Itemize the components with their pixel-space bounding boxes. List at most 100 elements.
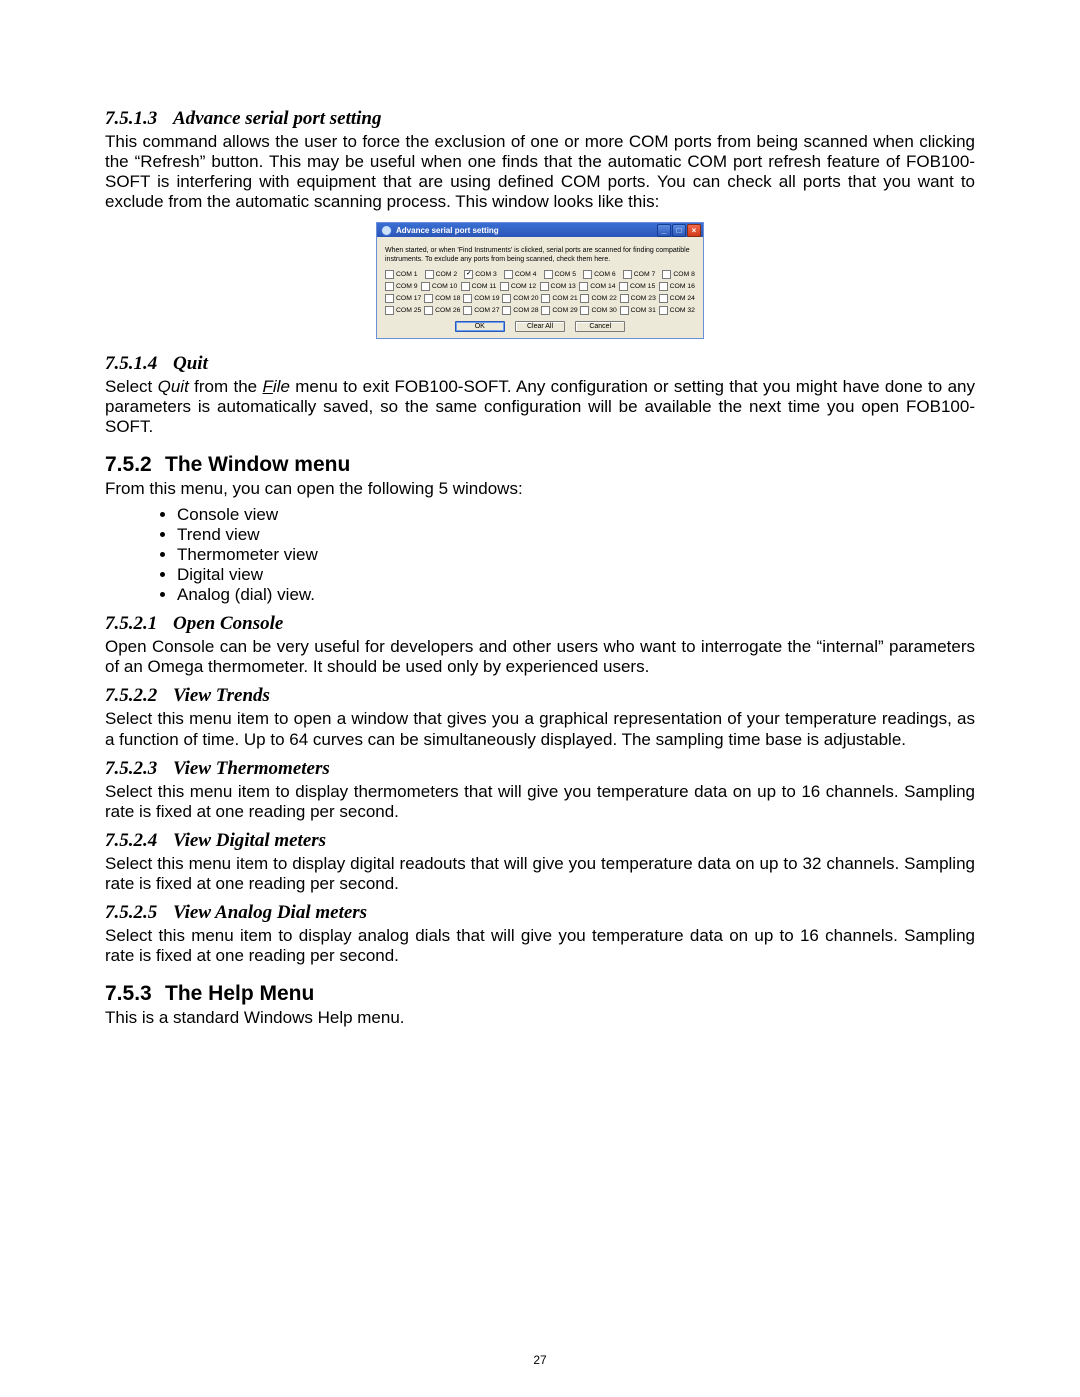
checkbox-label: COM 28 <box>513 307 538 314</box>
heading-title: Open Console <box>173 613 283 634</box>
checkbox-label: COM 11 <box>472 283 497 290</box>
checkbox-label: COM 6 <box>594 271 616 278</box>
com-port-checkbox[interactable]: COM 4 <box>504 270 537 279</box>
heading-quit: 7.5.1.4Quit <box>105 353 975 375</box>
checkbox-label: COM 12 <box>511 283 536 290</box>
com-port-checkbox[interactable]: COM 20 <box>502 294 538 303</box>
checkbox-label: COM 7 <box>634 271 656 278</box>
heading-title: View Thermometers <box>173 758 330 779</box>
com-port-checkbox[interactable]: COM 16 <box>659 282 695 291</box>
com-port-checkbox[interactable]: COM 19 <box>463 294 499 303</box>
com-port-checkbox[interactable]: COM 23 <box>620 294 656 303</box>
checkbox-box <box>580 294 589 303</box>
com-port-checkbox[interactable]: COM 15 <box>619 282 655 291</box>
com-port-checkbox[interactable]: COM 13 <box>540 282 576 291</box>
checkbox-box <box>579 282 588 291</box>
com-port-checkbox[interactable]: COM 14 <box>579 282 615 291</box>
checkbox-box <box>463 294 472 303</box>
heading-num: 7.5.2.4 <box>105 830 173 852</box>
heading-num: 7.5.2.3 <box>105 758 173 780</box>
com-port-checkbox[interactable]: COM 11 <box>461 282 497 291</box>
com-port-checkbox[interactable]: COM 12 <box>500 282 536 291</box>
close-button[interactable]: × <box>687 224 701 237</box>
heading-open-console: 7.5.2.1Open Console <box>105 613 975 635</box>
checkbox-label: COM 15 <box>630 283 655 290</box>
checkbox-box <box>619 282 628 291</box>
com-port-checkbox[interactable]: COM 28 <box>502 306 538 315</box>
list-item: Console view <box>177 505 975 525</box>
dialog-message: When started, or when 'Find Instruments'… <box>385 247 695 264</box>
checkbox-label: COM 25 <box>396 307 421 314</box>
com-port-checkbox[interactable]: COM 31 <box>620 306 656 315</box>
heading-num: 7.5.3 <box>105 982 165 1006</box>
ok-button[interactable]: OK <box>455 321 505 332</box>
com-port-checkbox[interactable]: COM 10 <box>421 282 457 291</box>
com-port-checkbox[interactable]: COM 5 <box>544 270 577 279</box>
checkbox-label: COM 20 <box>513 295 538 302</box>
checkbox-label: COM 22 <box>591 295 616 302</box>
com-port-checkbox[interactable]: COM 17 <box>385 294 421 303</box>
checkbox-box <box>421 282 430 291</box>
com-port-checkbox[interactable]: COM 7 <box>623 270 656 279</box>
checkbox-box <box>583 270 592 279</box>
com-port-checkbox[interactable]: COM 25 <box>385 306 421 315</box>
checkbox-row: COM 17COM 18COM 19 COM 20COM 21 COM 22 COM … <box>385 294 695 303</box>
checkbox-box <box>385 294 394 303</box>
checkbox-box <box>385 306 394 315</box>
checkbox-label: COM 13 <box>551 283 576 290</box>
para-open-console: Open Console can be very useful for deve… <box>105 637 975 677</box>
com-port-checkbox[interactable]: COM 8 <box>662 270 695 279</box>
heading-num: 7.5.2.1 <box>105 613 173 635</box>
com-port-checkbox[interactable]: COM 6 <box>583 270 616 279</box>
checkbox-box <box>502 306 511 315</box>
para-quit: Select Quit from the File menu to exit F… <box>105 377 975 437</box>
checkbox-label: COM 26 <box>435 307 460 314</box>
com-port-checkbox[interactable]: COM 30 <box>580 306 616 315</box>
app-icon <box>381 225 392 236</box>
com-port-checkbox[interactable]: COM 21 <box>541 294 577 303</box>
com-port-checkbox[interactable]: COM 24 <box>659 294 695 303</box>
checkbox-label: COM 10 <box>432 283 457 290</box>
heading-title: The Window menu <box>165 453 350 476</box>
heading-title: View Analog Dial meters <box>173 902 367 923</box>
checkbox-label: COM 27 <box>474 307 499 314</box>
checkbox-box <box>463 306 472 315</box>
heading-view-thermometers: 7.5.2.3View Thermometers <box>105 758 975 780</box>
com-port-checkbox[interactable]: COM 32 <box>659 306 695 315</box>
checkbox-box <box>425 270 434 279</box>
com-port-checkbox[interactable]: COM 18 <box>424 294 460 303</box>
para-view-thermometers: Select this menu item to display thermom… <box>105 782 975 822</box>
minimize-button[interactable]: _ <box>657 224 671 237</box>
com-port-checkbox[interactable]: ✓COM 3 <box>464 270 497 279</box>
window-menu-list: Console viewTrend viewThermometer viewDi… <box>105 505 975 605</box>
heading-num: 7.5.1.4 <box>105 353 173 375</box>
dialog-button-row: OK Clear All Cancel <box>385 321 695 332</box>
maximize-button[interactable]: □ <box>672 224 686 237</box>
checkbox-label: COM 5 <box>555 271 577 278</box>
com-port-checkbox[interactable]: COM 29 <box>541 306 577 315</box>
checkbox-box <box>500 282 509 291</box>
com-port-checkbox[interactable]: COM 26 <box>424 306 460 315</box>
clear-all-button[interactable]: Clear All <box>515 321 565 332</box>
cancel-button[interactable]: Cancel <box>575 321 625 332</box>
dialog-advance-serial: Advance serial port setting _ □ × When s… <box>376 222 704 339</box>
dialog-checkbox-grid: COM 1 COM 2 ✓COM 3 COM 4 COM 5 COM 6 COM 7 COM … <box>385 270 695 315</box>
para-advance-serial: This command allows the user to force th… <box>105 132 975 212</box>
para-view-trends: Select this menu item to open a window t… <box>105 709 975 749</box>
list-item: Trend view <box>177 525 975 545</box>
com-port-checkbox[interactable]: COM 9 <box>385 282 418 291</box>
checkbox-label: COM 1 <box>396 271 418 278</box>
checkbox-box <box>424 306 433 315</box>
com-port-checkbox[interactable]: COM 22 <box>580 294 616 303</box>
com-port-checkbox[interactable]: COM 1 <box>385 270 418 279</box>
checkbox-box <box>659 282 668 291</box>
heading-title: Quit <box>173 353 208 374</box>
com-port-checkbox[interactable]: COM 2 <box>425 270 458 279</box>
checkbox-box <box>424 294 433 303</box>
checkbox-label: COM 16 <box>670 283 695 290</box>
dialog-title-text: Advance serial port setting <box>396 226 499 235</box>
checkbox-box <box>502 294 511 303</box>
checkbox-box <box>385 270 394 279</box>
checkbox-label: COM 14 <box>590 283 615 290</box>
com-port-checkbox[interactable]: COM 27 <box>463 306 499 315</box>
